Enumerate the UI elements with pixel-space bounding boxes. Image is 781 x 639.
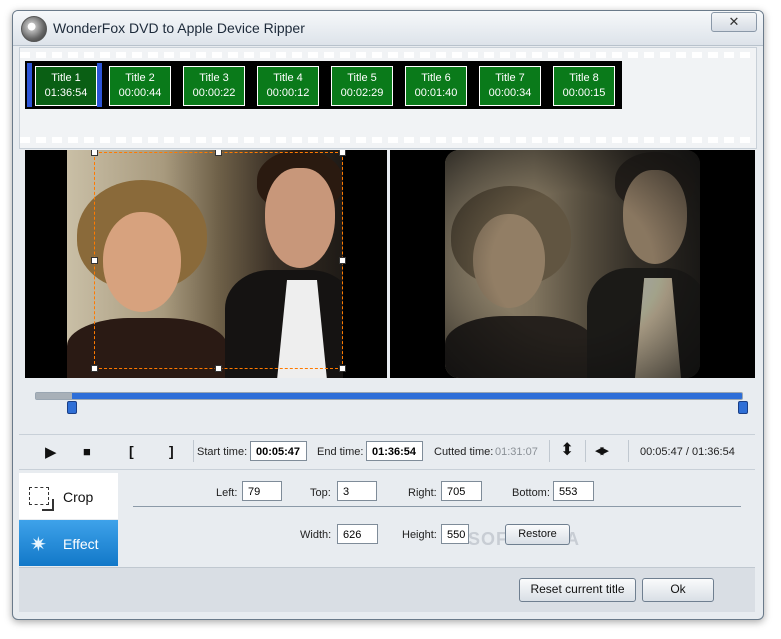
tab-crop-label: Crop: [63, 489, 94, 505]
width-field[interactable]: 626: [337, 524, 378, 544]
title-thumb-name: Title 3: [199, 72, 229, 84]
film-perforation-top: [20, 52, 756, 58]
title-thumb-3[interactable]: Title 3 00:00:22: [183, 66, 245, 106]
crop-handle[interactable]: [339, 150, 346, 156]
crop-handle[interactable]: [215, 150, 222, 156]
end-time-label: End time:: [317, 446, 364, 458]
title-thumb-name: Title 4: [273, 72, 303, 84]
width-label: Width:: [300, 529, 332, 541]
mark-out-button[interactable]: ]: [169, 443, 174, 459]
top-label: Top:: [310, 487, 331, 499]
title-strip: Title 1 01:36:54 Title 2 00:00:44 Title …: [19, 47, 757, 149]
left-label: Left:: [216, 487, 238, 499]
start-time-label: Start time:: [197, 446, 248, 458]
crop-handle[interactable]: [339, 257, 346, 264]
playback-position: 00:05:47 / 01:36:54: [640, 446, 735, 458]
footer-bar: Reset current title Ok: [19, 567, 755, 612]
left-field[interactable]: 79: [242, 481, 282, 501]
play-icon[interactable]: ▶: [45, 443, 57, 461]
right-field[interactable]: 705: [441, 481, 482, 501]
title-thumb-name: Title 2: [125, 72, 155, 84]
title-thumb-name: Title 8: [569, 72, 599, 84]
old-film-vignette: [445, 150, 700, 378]
cutted-time-label: Cutted time:: [434, 446, 494, 458]
film-perforation-bottom: [20, 137, 756, 143]
end-time-field[interactable]: 01:36:54: [366, 441, 423, 461]
title-thumb-6[interactable]: Title 6 00:01:40: [405, 66, 467, 106]
title-thumb-name: Title 6: [421, 72, 451, 84]
tab-effect-label: Effect: [63, 536, 99, 552]
title-thumb-duration: 00:00:12: [266, 87, 310, 99]
title-thumb-name: Title 7: [495, 72, 525, 84]
right-label: Right:: [408, 487, 437, 499]
original-preview[interactable]: [25, 150, 387, 378]
stop-icon[interactable]: ■: [83, 444, 91, 459]
crop-divider: [133, 506, 741, 507]
title-thumb-duration: 00:00:15: [562, 87, 606, 99]
tab-crop[interactable]: Crop: [19, 473, 118, 519]
title-thumb-1[interactable]: Title 1 01:36:54: [35, 66, 97, 106]
height-field[interactable]: 550: [441, 524, 469, 544]
separator: [628, 440, 629, 462]
title-thumb-duration: 00:00:22: [192, 87, 236, 99]
title-bar: WonderFox DVD to Apple Device Ripper ✕: [13, 11, 763, 46]
output-video-frame: [445, 150, 700, 378]
separator: [549, 440, 550, 462]
sparkle-icon: ✷: [30, 534, 47, 556]
title-thumb-duration: 00:00:34: [488, 87, 532, 99]
timeline-excluded-range: [36, 393, 72, 399]
crop-handle[interactable]: [215, 365, 222, 372]
restore-button[interactable]: Restore: [505, 524, 570, 545]
mark-in-button[interactable]: [: [129, 443, 134, 459]
bottom-label: Bottom:: [512, 487, 550, 499]
cutted-time-value: 01:31:07: [495, 446, 538, 458]
crop-icon: [29, 487, 54, 511]
crop-handle[interactable]: [91, 257, 98, 264]
title-thumb-duration: 01:36:54: [44, 87, 88, 99]
separator: [193, 440, 194, 462]
title-thumb-duration: 00:02:29: [340, 87, 384, 99]
top-field[interactable]: 3: [337, 481, 377, 501]
bottom-field[interactable]: 553: [553, 481, 594, 501]
dvd-disc-icon: [21, 16, 47, 42]
timeline-track[interactable]: [35, 392, 743, 400]
horizontal-flip-icon[interactable]: ◀▶: [595, 444, 609, 457]
ok-button[interactable]: Ok: [642, 578, 714, 602]
title-thumb-5[interactable]: Title 5 00:02:29: [331, 66, 393, 106]
title-thumb-name: Title 5: [347, 72, 377, 84]
timeline-start-marker[interactable]: [67, 401, 77, 414]
output-preview: [390, 150, 755, 378]
tab-effect[interactable]: ✷ Effect: [19, 520, 118, 566]
separator: [585, 440, 586, 462]
height-label: Height:: [402, 529, 437, 541]
title-film-strip: Title 1 01:36:54 Title 2 00:00:44 Title …: [25, 61, 622, 109]
selection-bracket-left: [27, 63, 32, 107]
start-time-field[interactable]: 00:05:47: [250, 441, 307, 461]
title-thumb-7[interactable]: Title 7 00:00:34: [479, 66, 541, 106]
selection-bracket-right: [97, 63, 102, 107]
vertical-flip-icon[interactable]: ⬍: [560, 440, 574, 460]
window-title: WonderFox DVD to Apple Device Ripper: [53, 20, 305, 36]
close-button[interactable]: ✕: [711, 12, 757, 32]
title-thumb-2[interactable]: Title 2 00:00:44: [109, 66, 171, 106]
title-thumb-duration: 00:00:44: [118, 87, 162, 99]
app-window: WonderFox DVD to Apple Device Ripper ✕ T…: [12, 10, 764, 620]
title-thumb-name: Title 1: [51, 72, 81, 84]
crop-selection-box[interactable]: [91, 150, 346, 372]
crop-handle[interactable]: [339, 365, 346, 372]
crop-handle[interactable]: [91, 365, 98, 372]
timeline-end-marker[interactable]: [738, 401, 748, 414]
crop-handle[interactable]: [91, 150, 98, 156]
title-thumb-4[interactable]: Title 4 00:00:12: [257, 66, 319, 106]
reset-current-title-button[interactable]: Reset current title: [519, 578, 636, 602]
playback-controls: ▶ ■ [ ] Start time: 00:05:47 End time: 0…: [19, 434, 755, 470]
title-thumb-8[interactable]: Title 8 00:00:15: [553, 66, 615, 106]
title-thumb-duration: 00:01:40: [414, 87, 458, 99]
